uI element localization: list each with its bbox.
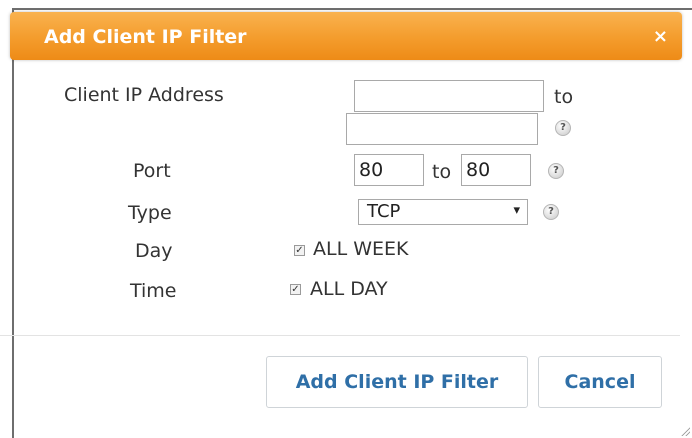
resize-grip-icon[interactable]	[680, 426, 690, 436]
close-icon[interactable]: ×	[653, 26, 668, 47]
port-label: Port	[133, 160, 171, 182]
all-day-checkbox[interactable]: ✓	[290, 284, 301, 295]
dialog-title: Add Client IP Filter	[44, 26, 247, 48]
footer-divider	[0, 335, 680, 336]
type-label: Type	[128, 202, 172, 224]
all-week-label: ALL WEEK	[313, 238, 409, 260]
port-start-input[interactable]	[354, 154, 424, 186]
dropdown-arrow-icon: ▾	[513, 203, 520, 218]
port-end-input[interactable]	[461, 154, 531, 186]
port-help-icon[interactable]: ?	[548, 163, 564, 179]
time-label: Time	[130, 280, 177, 302]
type-help-icon[interactable]: ?	[543, 204, 559, 220]
client-ip-start-input[interactable]	[354, 80, 544, 112]
client-ip-help-icon[interactable]: ?	[555, 120, 571, 136]
all-day-label: ALL DAY	[310, 278, 388, 300]
day-label: Day	[135, 240, 173, 262]
cancel-button[interactable]: Cancel	[538, 356, 662, 408]
port-to-label: to	[432, 161, 452, 183]
all-week-checkbox[interactable]: ✓	[294, 245, 305, 256]
type-select-value: TCP	[367, 201, 401, 222]
client-ip-end-input[interactable]	[346, 113, 538, 145]
dialog-titlebar: Add Client IP Filter ×	[10, 12, 682, 60]
client-ip-to-label: to	[554, 86, 574, 108]
type-select[interactable]: TCP ▾	[358, 199, 528, 225]
client-ip-label: Client IP Address	[64, 84, 224, 106]
add-client-ip-filter-button[interactable]: Add Client IP Filter	[266, 356, 528, 408]
